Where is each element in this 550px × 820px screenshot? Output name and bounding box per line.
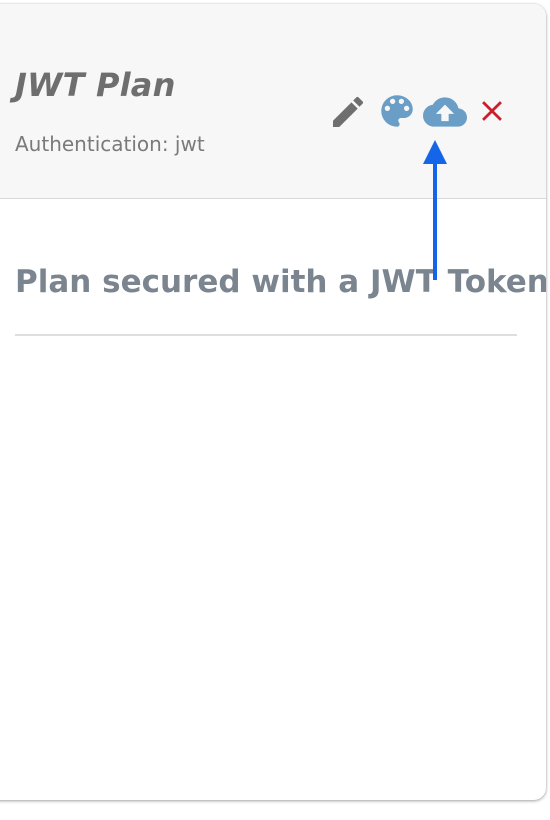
plan-card-header: JWT Plan Authentication: jwt [0,4,546,199]
edit-button[interactable] [328,92,368,132]
palette-icon [381,95,413,127]
pencil-icon [333,96,364,127]
divider [15,334,517,336]
design-button[interactable] [376,90,418,132]
cloud-upload-icon [423,97,467,127]
plan-authentication: Authentication: jwt [15,132,205,156]
plan-card: JWT Plan Authentication: jwt Plan secure… [0,4,546,800]
delete-button[interactable] [475,94,509,128]
deploy-button[interactable] [420,90,470,134]
close-icon [482,101,502,121]
plan-title: JWT Plan [15,66,176,104]
plan-description: Plan secured with a JWT Token [15,264,546,300]
arrow-up-icon [423,140,447,280]
